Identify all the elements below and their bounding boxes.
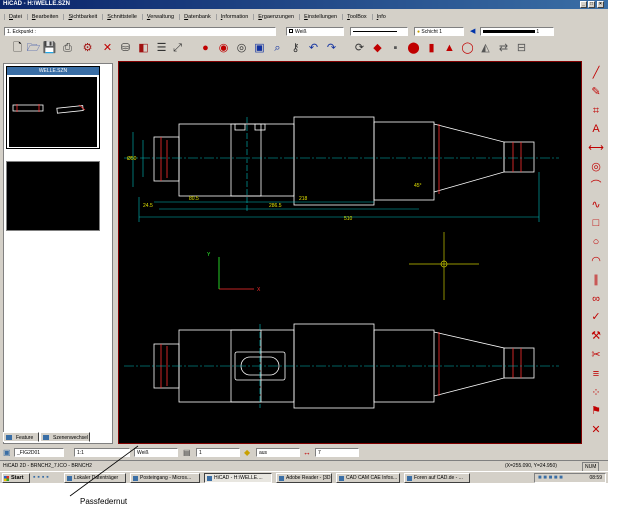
annotation-leader — [69, 445, 139, 497]
annotation-label: Passfedernut — [80, 497, 128, 506]
